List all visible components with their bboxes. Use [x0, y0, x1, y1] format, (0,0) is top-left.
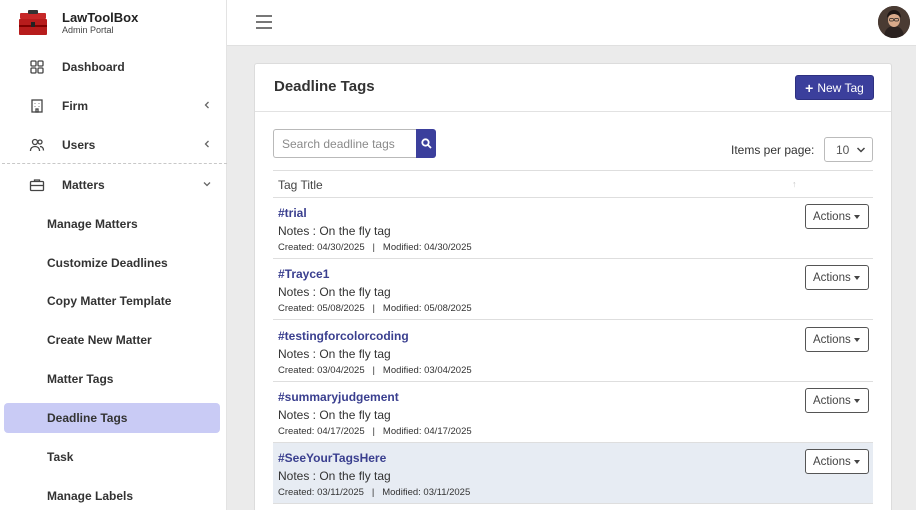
card-header: Deadline Tags + New Tag	[255, 64, 891, 112]
plus-icon: +	[805, 79, 814, 96]
tag-dates: Created: 03/04/2025 | Modified: 03/04/20…	[278, 365, 472, 376]
tag-title-link[interactable]: #testingforcolorcoding	[278, 329, 409, 343]
sidebar-subitem-task[interactable]: Task	[4, 442, 220, 472]
tag-dates: Created: 04/30/2025 | Modified: 04/30/20…	[278, 242, 472, 253]
new-tag-label: New Tag	[817, 80, 864, 95]
tag-dates: Created: 05/08/2025 | Modified: 05/08/20…	[278, 303, 472, 314]
table-row: #testingforcolorcoding Notes : On the fl…	[273, 321, 873, 382]
sidebar-subitem-label: Deadline Tags	[47, 411, 128, 425]
tag-dates: Created: 03/11/2025 | Modified: 03/11/20…	[278, 487, 471, 498]
sidebar-subitem-deadline-tags[interactable]: Deadline Tags	[4, 403, 220, 433]
sidebar-divider	[2, 163, 227, 164]
caret-down-icon	[854, 215, 860, 219]
sidebar-subitem-label: Copy Matter Template	[47, 294, 172, 308]
sidebar-item-label: Users	[62, 138, 96, 152]
sidebar-subitem-label: Task	[47, 450, 74, 464]
sidebar-item-matters[interactable]: Matters	[0, 170, 227, 200]
tag-title-link[interactable]: #summaryjudgement	[278, 390, 399, 404]
tag-notes: Notes : On the fly tag	[278, 347, 391, 361]
user-avatar-icon	[878, 6, 910, 38]
column-header-tag-title: Tag Title	[278, 178, 323, 192]
brand[interactable]: LawToolBox Admin Portal	[18, 10, 138, 36]
sidebar-subitem-manage-matters[interactable]: Manage Matters	[4, 209, 220, 239]
search-input[interactable]	[273, 129, 416, 158]
sort-arrow-icon[interactable]: ↑	[792, 179, 797, 189]
caret-down-icon	[854, 399, 860, 403]
tag-notes: Notes : On the fly tag	[278, 469, 391, 483]
table-row: #summaryjudgement Notes : On the fly tag…	[273, 382, 873, 443]
sidebar-item-label: Matters	[62, 178, 105, 192]
sidebar-subitem-manage-labels[interactable]: Manage Labels	[4, 481, 220, 510]
sidebar-subitem-create-new-matter[interactable]: Create New Matter	[4, 325, 220, 355]
tag-title-link[interactable]: #Trayce1	[278, 267, 329, 281]
tag-notes: Notes : On the fly tag	[278, 285, 391, 299]
sidebar-subitem-copy-matter-template[interactable]: Copy Matter Template	[4, 286, 220, 316]
items-per-page-label: Items per page:	[731, 143, 815, 157]
actions-dropdown-button[interactable]: Actions	[805, 449, 869, 474]
actions-label: Actions	[813, 455, 851, 468]
table-row: #SeeYourTagsHere Notes : On the fly tag …	[273, 443, 873, 504]
actions-label: Actions	[813, 333, 851, 346]
actions-label: Actions	[813, 271, 851, 284]
users-icon	[29, 138, 45, 152]
sidebar-subitem-label: Manage Matters	[47, 217, 138, 231]
sidebar-item-users[interactable]: Users	[0, 130, 227, 160]
avatar[interactable]	[878, 6, 910, 38]
search-group	[273, 129, 437, 158]
caret-down-icon	[854, 460, 860, 464]
chevron-left-icon	[204, 101, 209, 109]
brand-name: LawToolBox	[62, 9, 139, 25]
hamburger-menu-icon[interactable]	[256, 15, 272, 29]
sidebar-item-label: Firm	[62, 99, 89, 113]
sidebar-item-label: Dashboard	[62, 60, 125, 74]
sidebar-subitem-label: Matter Tags	[47, 372, 114, 386]
caret-down-icon	[854, 276, 860, 280]
grid-icon	[30, 60, 44, 74]
tag-notes: Notes : On the fly tag	[278, 408, 391, 422]
toolbox-logo-icon	[19, 10, 47, 35]
new-tag-button[interactable]: + New Tag	[795, 75, 874, 100]
briefcase-icon	[29, 179, 45, 192]
chevron-down-icon	[856, 147, 866, 153]
tag-title-link[interactable]: #SeeYourTagsHere	[278, 451, 386, 465]
table-row: #Trayce1 Notes : On the fly tag Created:…	[273, 259, 873, 320]
tag-title-link[interactable]: #trial	[278, 206, 307, 220]
table-header[interactable]: Tag Title ↑	[273, 170, 873, 198]
tag-dates: Created: 04/17/2025 | Modified: 04/17/20…	[278, 426, 472, 437]
sidebar-subitem-matter-tags[interactable]: Matter Tags	[4, 364, 220, 394]
sidebar-item-firm[interactable]: Firm	[0, 91, 227, 121]
actions-dropdown-button[interactable]: Actions	[805, 388, 869, 413]
actions-dropdown-button[interactable]: Actions	[805, 265, 869, 290]
page-title: Deadline Tags	[274, 78, 375, 95]
actions-dropdown-button[interactable]: Actions	[805, 327, 869, 352]
search-button[interactable]	[416, 129, 436, 158]
sidebar-item-dashboard[interactable]: Dashboard	[0, 52, 227, 82]
sidebar-subitem-label: Create New Matter	[47, 333, 152, 347]
actions-label: Actions	[813, 210, 851, 223]
sidebar-subitem-customize-deadlines[interactable]: Customize Deadlines	[4, 248, 220, 278]
topbar	[227, 0, 916, 46]
caret-down-icon	[854, 338, 860, 342]
building-icon	[31, 99, 43, 113]
sidebar-subitem-label: Manage Labels	[47, 489, 134, 503]
items-per-page-value: 10	[836, 142, 850, 157]
items-per-page-select[interactable]: 10	[824, 137, 873, 162]
deadline-tags-card: Deadline Tags + New Tag Items per page: …	[254, 63, 892, 510]
actions-label: Actions	[813, 394, 851, 407]
sidebar-subitem-label: Customize Deadlines	[47, 256, 168, 270]
table-row: #trial Notes : On the fly tag Created: 0…	[273, 198, 873, 259]
brand-subtitle: Admin Portal	[62, 24, 114, 35]
chevron-left-icon	[204, 140, 209, 148]
chevron-down-icon	[203, 182, 211, 187]
sidebar: LawToolBox Admin Portal Dashboard Firm U…	[0, 0, 227, 510]
actions-dropdown-button[interactable]: Actions	[805, 204, 869, 229]
tag-notes: Notes : On the fly tag	[278, 224, 391, 238]
search-icon	[420, 138, 432, 149]
